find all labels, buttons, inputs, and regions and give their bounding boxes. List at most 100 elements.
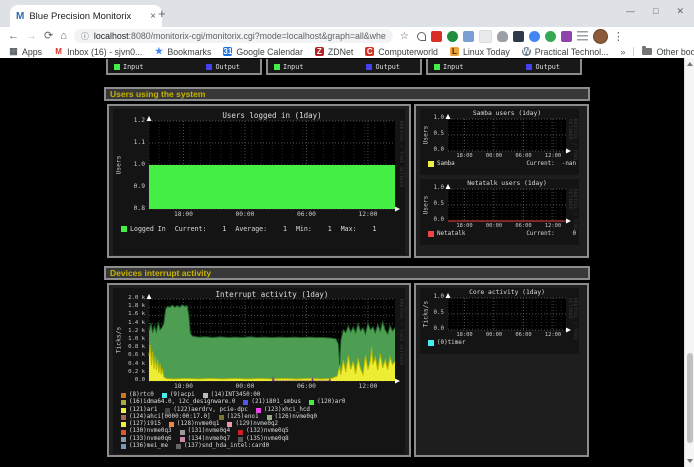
output-swatch — [366, 64, 372, 70]
x-tick-label: 18:00 — [452, 154, 478, 159]
scroll-up-arrow-icon[interactable] — [687, 62, 693, 66]
browser-menu-icon[interactable]: ⋮ — [613, 30, 624, 43]
bookmark-apps[interactable]: ▦Apps — [9, 47, 42, 57]
chart-legend: Logged InCurrent: 1Average: 1Min: 1Max: … — [121, 225, 402, 233]
input-swatch — [434, 64, 440, 70]
x-tick-label: 06:00 — [511, 333, 537, 338]
y-tick-label: 0.0 — [429, 218, 444, 224]
x-tick-label: 00:00 — [232, 384, 258, 390]
legend-item: (132)nvme0q5 — [238, 428, 289, 435]
back-button[interactable]: ← — [8, 31, 19, 42]
other-bookmarks-button[interactable]: Other bookmarks — [642, 47, 694, 57]
legend-row: (0)timer — [428, 340, 576, 346]
pages-extension-icon[interactable] — [463, 31, 474, 42]
input-label: Input — [283, 63, 303, 71]
bookmark-practical-technology[interactable]: WPractical Technol... — [522, 47, 609, 57]
legend-swatch — [121, 400, 126, 405]
maximize-button[interactable]: □ — [653, 6, 658, 17]
search-extension-icon[interactable] — [417, 32, 426, 41]
dark-app-extension-icon[interactable] — [513, 31, 524, 42]
scroll-down-arrow-icon[interactable] — [687, 459, 693, 463]
plot-area — [149, 121, 395, 209]
netatalk-users-chart[interactable]: Netatalk users (1day)Users1.00.50.018:00… — [420, 179, 579, 245]
address-bar[interactable]: ⓘ localhost:8080/monitorix-cgi/monitorix… — [74, 29, 393, 43]
bookmark-bookmarks[interactable]: ★Bookmarks — [154, 47, 211, 57]
home-button[interactable]: ⌂ — [60, 31, 67, 42]
media-list-icon[interactable] — [577, 31, 588, 41]
y-tick-label: 0.5 — [429, 132, 444, 138]
input-label: Input — [123, 63, 143, 71]
y-tick-label: 0.8 k — [122, 345, 145, 351]
chart-title: Netatalk users (1day) — [448, 180, 566, 187]
y-tick-label: 1.0 k — [122, 337, 145, 343]
x-tick-label: 12:00 — [540, 224, 566, 229]
legend-item: (125)eno1 — [219, 414, 259, 421]
y-tick-label: 0.0 — [122, 378, 145, 384]
legend-label: (131)nvme0q4 — [188, 428, 231, 435]
legend-item: (0)timer — [428, 340, 465, 346]
minimize-button[interactable]: — — [626, 6, 635, 17]
legend-item: (124)ahci[0000:00:17.0] — [121, 414, 211, 421]
bookmark-linux-today[interactable]: LLinux Today — [450, 47, 510, 57]
legend-swatch — [121, 415, 126, 420]
bookmark-star-icon[interactable]: ☆ — [400, 31, 409, 42]
legend-swatch — [267, 415, 272, 420]
chart-title: Interrupt activity (1day) — [149, 290, 395, 299]
extensions-puzzle-icon[interactable] — [561, 31, 572, 42]
legend-item: Current: 1 — [175, 225, 227, 233]
legend-row: (121)ar1(122)aerdrv, pcie-dpc(123)xhci_h… — [121, 407, 402, 414]
y-tick-label: 0.4 k — [122, 362, 145, 368]
bookmark-computerworld[interactable]: CComputerworld — [365, 47, 438, 57]
section-title-interrupts: Devices interrupt activity — [104, 266, 590, 280]
screenshot-extension-icon[interactable] — [479, 30, 492, 43]
new-tab-button[interactable]: + — [158, 6, 166, 21]
y-tick-label: 1.6 k — [122, 312, 145, 318]
mail-extension-icon[interactable] — [431, 31, 442, 42]
bookmarks-overflow-button[interactable]: » — [620, 47, 625, 57]
y-tick-label: 0.5 — [429, 311, 444, 317]
legend-label: (120)ar0 — [317, 399, 345, 406]
page-info-icon[interactable]: ⓘ — [81, 31, 89, 42]
legend-label: (123)xhci_hcd — [264, 407, 310, 414]
bookmark-google-calendar[interactable]: 31Google Calendar — [223, 47, 303, 57]
globe-extension-icon[interactable] — [447, 31, 458, 42]
x-tick-label: 12:00 — [540, 333, 566, 338]
interrupt-side-panel: Core activity (1day)Ticks/s1.00.50.018:0… — [414, 283, 589, 457]
browser-tab[interactable]: M Blue Precision Monitorix × — [10, 5, 162, 27]
core-activity-chart[interactable]: Core activity (1day)Ticks/s1.00.50.018:0… — [420, 288, 579, 354]
close-button[interactable]: ✕ — [676, 6, 684, 17]
rrdtool-watermark: RRDTOOL / TOBI OETIKER — [568, 119, 578, 175]
users-graph-panel[interactable]: Users logged in (1day)Users1.21.11.00.90… — [107, 104, 411, 258]
legend-swatch — [176, 444, 181, 449]
forward-button[interactable]: → — [26, 31, 37, 42]
legend-label: (133)nvme0q6 — [129, 436, 172, 443]
reload-button[interactable]: ⟳ — [44, 31, 53, 42]
legend-swatch — [227, 422, 232, 427]
scrollbar[interactable] — [684, 58, 694, 467]
chart-title: Samba users (1day) — [448, 110, 566, 117]
legend-swatch — [165, 408, 170, 413]
rrdtool-watermark: RRDTOOL / TOBI OETIKER — [568, 189, 578, 245]
bookmark-inbox[interactable]: MInbox (16) - sjvn0... — [54, 47, 142, 57]
computerworld-icon: C — [365, 47, 374, 56]
profile-avatar[interactable] — [593, 29, 608, 44]
legend-swatch — [121, 408, 126, 413]
legend-item: (133)nvme0q6 — [121, 436, 172, 443]
legend-row: (124)ahci[0000:00:17.0](125)eno1(126)nvm… — [121, 414, 402, 421]
meet-extension-icon[interactable] — [529, 31, 540, 42]
samba-users-chart[interactable]: Samba users (1day)Users1.00.50.018:0000:… — [420, 109, 579, 175]
interrupt-graph-panel[interactable]: Interrupt activity (1day)Ticks/s2.0 k1.8… — [107, 283, 411, 457]
legend-label: (127)i915 — [129, 421, 161, 428]
output-label: Output — [535, 63, 560, 71]
scrollbar-thumb[interactable] — [687, 353, 693, 443]
green-extension-icon[interactable] — [545, 31, 556, 42]
legend-row: (8)rtc0(9)acpi(14)INT3450:00 — [121, 392, 402, 399]
legend-label: (122)aerdrv, pcie-dpc — [173, 407, 247, 414]
linux-today-icon: L — [450, 47, 459, 56]
legend-swatch — [238, 430, 243, 435]
audio-extension-icon[interactable] — [497, 31, 508, 42]
tab-close-icon[interactable]: × — [150, 11, 156, 22]
legend-swatch — [121, 444, 126, 449]
bookmark-zdnet[interactable]: ZZDNet — [315, 47, 353, 57]
legend-label: (137)snd_hda_intel:card0 — [184, 443, 269, 450]
